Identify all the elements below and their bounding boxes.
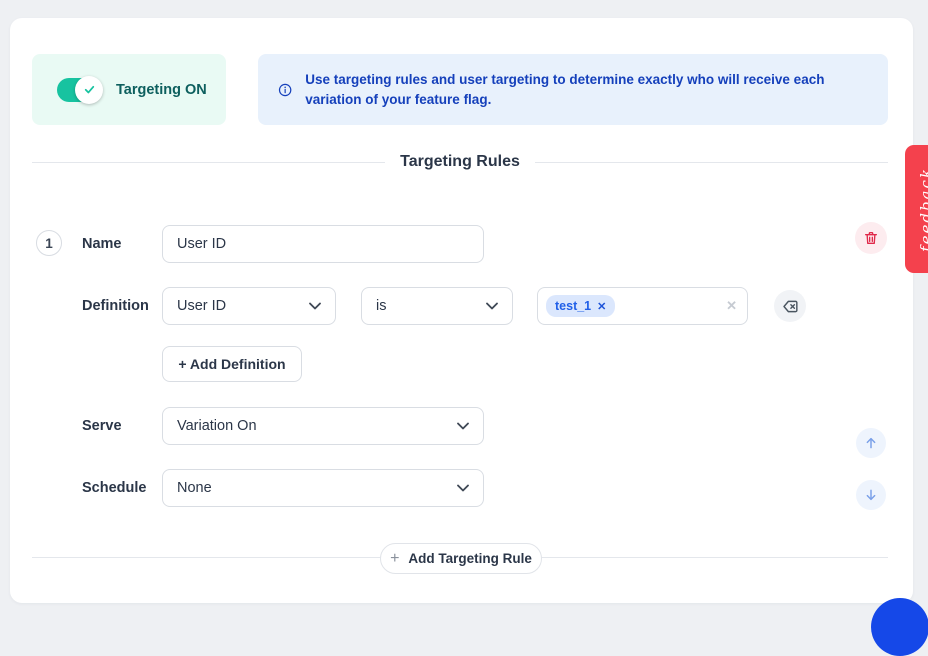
delete-rule-button[interactable] <box>855 222 887 254</box>
chevron-down-icon <box>457 484 469 492</box>
rule-name-input[interactable]: User ID <box>162 225 484 263</box>
tag-chip[interactable]: test_1 ✕ <box>546 295 615 317</box>
info-banner-text: Use targeting rules and user targeting t… <box>305 70 868 110</box>
targeting-toggle[interactable] <box>57 78 102 102</box>
schedule-select[interactable]: None <box>162 469 484 507</box>
targeting-toggle-label: Targeting ON <box>116 82 207 98</box>
tag-chip-label: test_1 <box>555 299 591 313</box>
rule-number-badge: 1 <box>36 230 62 256</box>
add-definition-button[interactable]: + Add Definition <box>162 346 302 382</box>
property-select-value: User ID <box>177 298 226 314</box>
schedule-label: Schedule <box>82 469 146 507</box>
add-targeting-rule-button[interactable]: + Add Targeting Rule <box>380 543 542 574</box>
operator-select-value: is <box>376 298 386 314</box>
toggle-knob <box>75 76 103 104</box>
arrow-up-icon <box>863 435 879 451</box>
add-targeting-rule-label: Add Targeting Rule <box>408 551 532 566</box>
clear-all-values-button[interactable] <box>774 290 806 322</box>
info-icon <box>278 81 292 99</box>
serve-select[interactable]: Variation On <box>162 407 484 445</box>
chevron-down-icon <box>457 422 469 430</box>
divider-left <box>32 162 385 163</box>
trash-icon <box>863 230 879 246</box>
values-tag-input[interactable]: test_1 ✕ ✕ <box>537 287 748 325</box>
rule-name-value: User ID <box>177 236 226 252</box>
feedback-tab[interactable]: feedback <box>905 145 928 273</box>
chat-widget-button[interactable] <box>871 598 928 656</box>
backspace-icon <box>781 297 800 316</box>
feedback-tab-label: feedback <box>917 167 928 252</box>
tag-remove-icon[interactable]: ✕ <box>597 300 606 313</box>
property-select[interactable]: User ID <box>162 287 336 325</box>
arrow-down-icon <box>863 487 879 503</box>
name-label: Name <box>82 225 122 263</box>
plus-icon: + <box>390 551 399 567</box>
operator-select[interactable]: is <box>361 287 513 325</box>
move-rule-up-button[interactable] <box>856 428 886 458</box>
serve-select-value: Variation On <box>177 418 257 434</box>
clear-input-icon[interactable]: ✕ <box>726 298 737 314</box>
section-title: Targeting Rules <box>400 153 520 171</box>
section-header: Targeting Rules <box>32 153 888 171</box>
serve-label: Serve <box>82 407 122 445</box>
check-icon <box>83 83 96 96</box>
divider-right <box>535 162 888 163</box>
chevron-down-icon <box>309 302 321 310</box>
schedule-select-value: None <box>177 480 212 496</box>
chevron-down-icon <box>486 302 498 310</box>
definition-label: Definition <box>82 287 149 325</box>
targeting-toggle-box: Targeting ON <box>32 54 226 125</box>
move-rule-down-button[interactable] <box>856 480 886 510</box>
info-banner: Use targeting rules and user targeting t… <box>258 54 888 125</box>
targeting-card: Targeting ON Use targeting rules and use… <box>10 18 913 603</box>
